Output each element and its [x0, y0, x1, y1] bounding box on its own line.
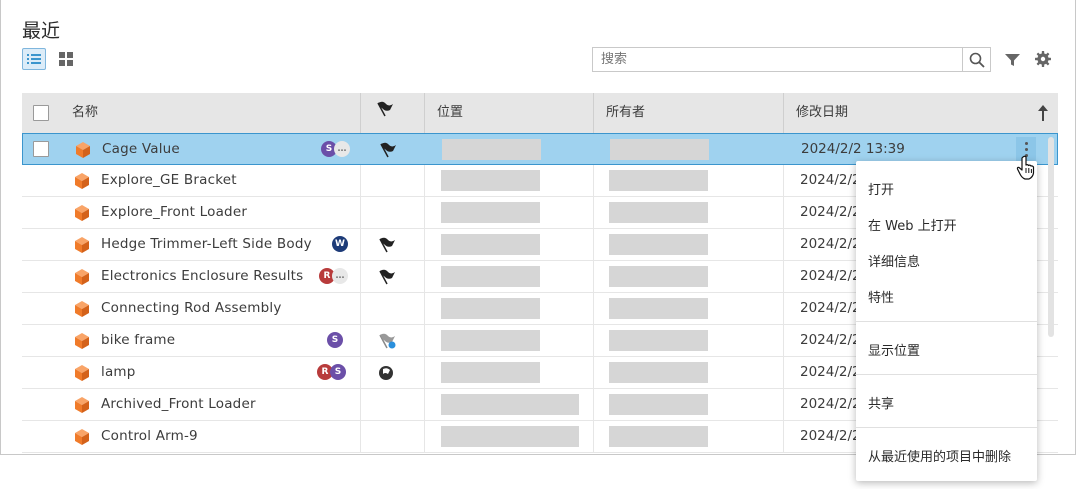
part-cube-icon	[75, 173, 89, 189]
menu-item-share[interactable]: 共享	[868, 393, 894, 412]
location-value-redacted	[441, 362, 540, 383]
modified-date: 2024/2/2	[800, 204, 861, 220]
modified-date: 2024/2/2	[800, 268, 861, 284]
file-name[interactable]: Explore_GE Bracket	[101, 165, 237, 196]
modified-date: 2024/2/2	[800, 300, 861, 316]
file-name[interactable]: Archived_Front Loader	[101, 389, 256, 420]
file-name[interactable]: Cage Value	[102, 134, 180, 165]
list-view-icon	[27, 54, 41, 64]
modified-date: 2024/2/2	[800, 172, 861, 188]
modified-date: 2024/2/2	[800, 364, 861, 380]
search-icon	[969, 52, 985, 68]
flag-icon	[379, 237, 395, 253]
part-cube-icon	[75, 333, 89, 349]
menu-item-details[interactable]: 详细信息	[868, 251, 920, 270]
file-name[interactable]: bike frame	[101, 325, 175, 356]
owner-value-redacted	[609, 266, 708, 287]
search-input[interactable]	[592, 47, 962, 72]
modified-date: 2024/2/2	[800, 236, 861, 252]
grid-view-button[interactable]	[54, 48, 78, 70]
location-value-redacted	[441, 266, 540, 287]
avatar: S	[327, 332, 343, 348]
column-divider	[360, 93, 361, 133]
owner-value-redacted	[609, 362, 708, 383]
file-name[interactable]: Control Arm-9	[101, 421, 198, 452]
part-cube-icon	[75, 397, 89, 413]
menu-item-open-web[interactable]: 在 Web 上打开	[868, 215, 957, 234]
location-value-redacted	[441, 298, 540, 319]
part-cube-icon	[75, 269, 89, 285]
search-button[interactable]	[962, 47, 991, 72]
menu-item-show-location[interactable]: 显示位置	[868, 340, 920, 359]
modified-date: 2024/2/2	[800, 332, 861, 348]
owner-value-redacted	[609, 330, 708, 351]
menu-divider	[856, 374, 1037, 375]
page-title: 最近	[22, 20, 61, 42]
grid-view-icon	[59, 52, 73, 66]
owner-value-redacted	[609, 298, 708, 319]
file-name[interactable]: Connecting Rod Assembly	[101, 293, 282, 324]
part-cube-icon	[76, 142, 90, 158]
flag-icon	[380, 142, 396, 158]
list-view-button[interactable]	[22, 48, 46, 70]
column-header-name[interactable]: 名称	[72, 93, 98, 133]
column-header-flag[interactable]	[376, 101, 394, 121]
menu-item-open[interactable]: 打开	[868, 179, 894, 198]
part-cube-icon	[75, 301, 89, 317]
menu-divider	[856, 427, 1037, 428]
filter-icon	[1004, 54, 1020, 66]
owner-value-redacted	[609, 202, 708, 223]
flag-circle-icon	[379, 366, 393, 380]
owner-value-redacted	[609, 394, 708, 415]
column-header-owner[interactable]: 所有者	[606, 93, 645, 133]
file-name[interactable]: Electronics Enclosure Results	[101, 261, 303, 292]
avatar-more: …	[334, 141, 350, 157]
part-cube-icon	[75, 237, 89, 253]
avatar-more: …	[332, 268, 348, 284]
flag-shared-icon	[379, 333, 396, 349]
part-cube-icon	[75, 205, 89, 221]
file-name[interactable]: Explore_Front Loader	[101, 197, 247, 228]
row-checkbox[interactable]	[33, 141, 49, 157]
column-header-location[interactable]: 位置	[437, 93, 463, 133]
avatar: W	[332, 236, 348, 252]
owner-value-redacted	[609, 426, 708, 447]
column-divider	[593, 93, 594, 133]
file-name[interactable]: lamp	[101, 357, 136, 388]
flag-icon	[377, 101, 393, 117]
flag-icon	[379, 269, 395, 285]
menu-item-remove-recent[interactable]: 从最近使用的项目中删除	[868, 446, 1011, 465]
filter-button[interactable]	[1001, 49, 1023, 71]
menu-item-properties[interactable]: 特性	[868, 287, 894, 306]
location-value-redacted	[441, 330, 540, 351]
column-header-modified[interactable]: 修改日期	[796, 93, 848, 133]
location-value-redacted	[441, 202, 540, 223]
settings-button[interactable]	[1032, 48, 1054, 70]
part-cube-icon	[75, 365, 89, 381]
location-value-redacted	[441, 234, 540, 255]
select-all-checkbox[interactable]	[33, 105, 49, 121]
menu-divider	[856, 321, 1037, 322]
table-header: 名称 位置 所有者 修改日期	[22, 93, 1058, 133]
modified-date: 2024/2/2	[800, 396, 861, 412]
owner-value-redacted	[609, 234, 708, 255]
location-value-redacted	[442, 139, 541, 160]
location-value-redacted	[441, 170, 540, 191]
context-menu: 打开 在 Web 上打开 详细信息 特性 显示位置 共享 从最近使用的项目中删除	[856, 161, 1037, 481]
vertical-scrollbar[interactable]	[1048, 137, 1054, 337]
column-divider	[783, 93, 784, 133]
gear-icon	[1035, 51, 1051, 67]
file-name[interactable]: Hedge Trimmer-Left Side Body	[101, 229, 312, 260]
location-value-redacted	[441, 426, 579, 447]
column-divider	[424, 93, 425, 133]
location-value-redacted	[441, 394, 579, 415]
owner-value-redacted	[610, 139, 709, 160]
sort-ascending-arrow-icon	[1038, 105, 1048, 121]
hand-cursor-icon	[1016, 155, 1035, 180]
modified-date: 2024/2/2	[800, 428, 861, 444]
part-cube-icon	[75, 429, 89, 445]
avatar: S	[330, 364, 346, 380]
sort-button[interactable]	[1038, 105, 1048, 123]
owner-value-redacted	[609, 170, 708, 191]
